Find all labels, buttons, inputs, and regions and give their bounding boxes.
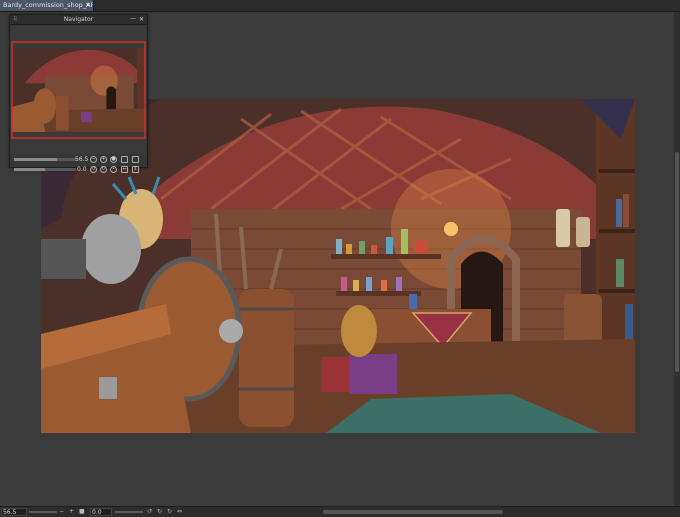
close-icon[interactable]: × [85,0,91,11]
minimize-icon[interactable]: — [130,14,136,23]
zoom-out-icon[interactable]: − [90,156,97,163]
drag-handle-icon[interactable]: ⠿ [13,15,17,24]
document-tab[interactable]: Bardy_commission_shop_APR26 × [0,0,94,11]
vertical-scrollbar-thumb[interactable] [675,152,679,372]
document-tab-bar: Bardy_commission_shop_APR26 × [0,0,680,12]
zoom-slider[interactable] [14,158,76,161]
document-tab-title: Bardy_commission_shop_APR26 [3,1,93,9]
navigator-preview[interactable] [11,26,146,154]
status-rotation-value[interactable]: 0.0 [90,508,112,516]
zoom-value[interactable]: 56.5 [75,156,88,163]
navigator-controls: 56.5 − + ● 0.0 ↺ ↻ • ⇔ ⇕ [11,155,146,179]
rotation-value[interactable]: 0.0 [77,166,87,173]
horizontal-scrollbar-thumb[interactable] [323,510,503,514]
rotate-left-icon[interactable]: ↺ [90,166,97,173]
status-rotation-slider[interactable] [115,511,143,513]
rotation-slider[interactable] [14,168,76,171]
flip-vertical-icon[interactable]: ⇕ [132,166,139,173]
fit-icon[interactable]: ● [110,156,117,163]
vertical-scrollbar[interactable] [674,12,680,506]
navigator-panel: ⠿ Navigator — ✕ 56.5 − + ● 0.0 ↺ ↻ • ⇔ ⇕ [9,14,148,173]
status-zoom-slider[interactable] [29,511,57,513]
zoom-in-icon[interactable]: + [100,156,107,163]
navigator-title-bar[interactable]: ⠿ Navigator — ✕ [10,15,147,25]
navigator-thumbnail [11,26,146,154]
reset-rotation-icon[interactable]: • [110,166,117,173]
fit-window-icon[interactable] [132,156,139,163]
navigator-title: Navigator [63,16,94,23]
status-bar: 56.5 − + ■ 0.0 ↺ ↻ ↻ ⇔ [0,506,680,517]
close-icon[interactable]: ✕ [139,15,144,24]
actual-size-icon[interactable] [121,156,128,163]
rotate-right-icon[interactable]: ↻ [100,166,107,173]
flip-icon[interactable]: ⇔ [121,166,128,173]
status-zoom-value[interactable]: 56.5 [1,508,27,516]
